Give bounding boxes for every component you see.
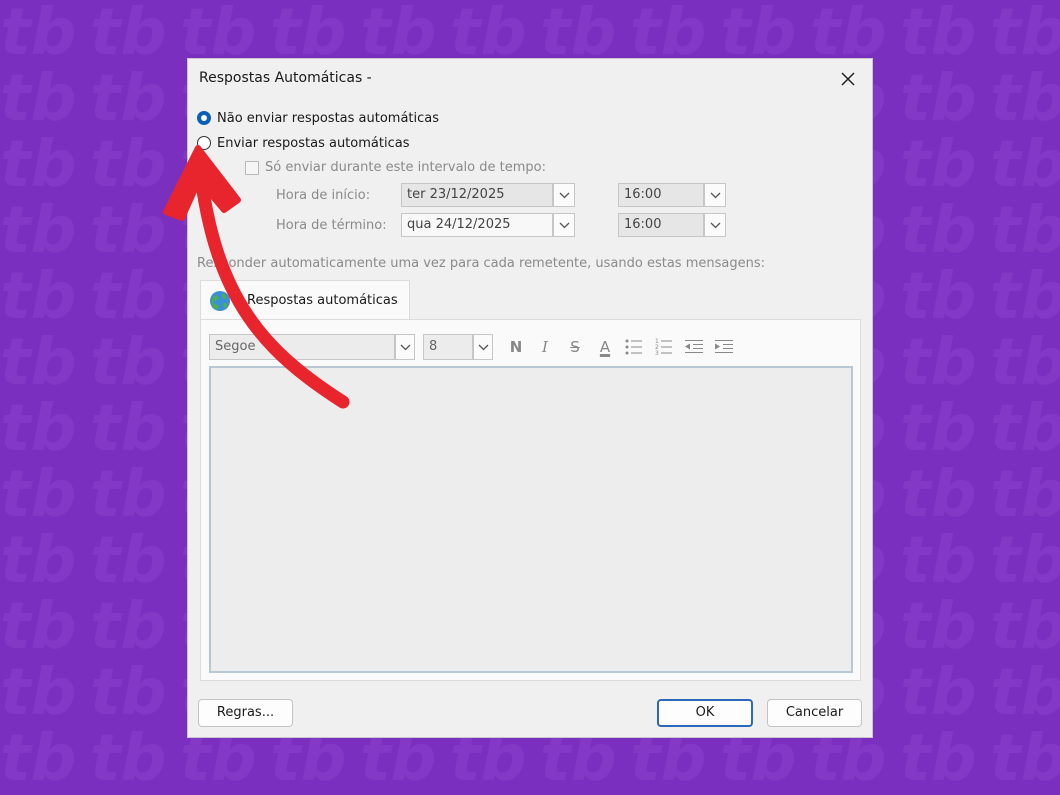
chevron-down-icon <box>400 344 411 351</box>
font-size-field[interactable]: 8 <box>423 334 473 360</box>
start-date-dropdown[interactable] <box>553 183 575 207</box>
message-editor[interactable] <box>209 366 853 673</box>
chevron-down-icon <box>559 192 570 199</box>
start-date-field[interactable]: ter 23/12/2025 <box>401 183 553 207</box>
numbered-list-icon: 123 <box>655 338 672 356</box>
bold-button[interactable]: N <box>504 336 528 358</box>
end-date-dropdown[interactable] <box>553 213 575 237</box>
radio-dont-send-indicator[interactable] <box>197 111 211 125</box>
start-time-label: Hora de início: <box>276 188 371 203</box>
end-time-field[interactable]: 16:00 <box>618 213 704 237</box>
font-color-button[interactable]: A <box>593 336 617 358</box>
chevron-down-icon <box>710 192 721 199</box>
cancel-button[interactable]: Cancelar <box>767 699 862 727</box>
only-during-range-option[interactable]: Só enviar durante este intervalo de temp… <box>245 160 546 175</box>
increase-indent-button[interactable] <box>712 336 736 358</box>
tab-auto-replies[interactable]: Respostas automáticas <box>200 280 410 320</box>
chevron-down-icon <box>559 222 570 229</box>
svg-text:3: 3 <box>655 350 659 356</box>
radio-send[interactable]: Enviar respostas automáticas <box>197 133 409 153</box>
increase-indent-icon <box>715 340 733 353</box>
close-button[interactable] <box>832 65 864 93</box>
radio-dont-send-label: Não enviar respostas automáticas <box>217 110 440 126</box>
dialog-title: Respostas Automáticas - <box>199 70 372 86</box>
strikethrough-button[interactable]: S <box>563 336 587 358</box>
font-size-dropdown[interactable] <box>473 334 493 360</box>
auto-replies-panel: Segoe 8 N I S A 123 <box>200 319 861 681</box>
start-time-dropdown[interactable] <box>704 183 726 207</box>
numbering-button[interactable]: 123 <box>652 336 676 358</box>
only-during-range-checkbox[interactable] <box>245 160 259 175</box>
close-icon <box>841 72 855 86</box>
globe-icon <box>210 291 230 311</box>
rules-button[interactable]: Regras... <box>198 699 293 727</box>
italic-button[interactable]: I <box>533 336 557 358</box>
font-name-field[interactable]: Segoe <box>209 334 395 360</box>
bullet-list-icon <box>625 339 642 355</box>
start-time-field[interactable]: 16:00 <box>618 183 704 207</box>
auto-replies-dialog: Respostas Automáticas - Não enviar respo… <box>187 58 873 738</box>
bullets-button[interactable] <box>622 336 646 358</box>
title-bar: Respostas Automáticas - <box>188 59 872 99</box>
end-time-label: Hora de término: <box>276 218 387 233</box>
reply-once-note: Responder automaticamente uma vez para c… <box>197 256 765 271</box>
decrease-indent-icon <box>685 340 703 353</box>
end-date-field[interactable]: qua 24/12/2025 <box>401 213 553 237</box>
radio-dont-send[interactable]: Não enviar respostas automáticas <box>197 108 439 128</box>
radio-send-indicator[interactable] <box>197 136 211 150</box>
ok-button[interactable]: OK <box>657 699 753 727</box>
chevron-down-icon <box>710 222 721 229</box>
chevron-down-icon <box>478 344 489 351</box>
only-during-range-label: Só enviar durante este intervalo de temp… <box>265 160 546 175</box>
decrease-indent-button[interactable] <box>682 336 706 358</box>
tab-auto-replies-label: Respostas automáticas <box>247 293 398 308</box>
end-time-dropdown[interactable] <box>704 213 726 237</box>
font-name-dropdown[interactable] <box>395 334 415 360</box>
radio-send-label: Enviar respostas automáticas <box>217 135 410 151</box>
